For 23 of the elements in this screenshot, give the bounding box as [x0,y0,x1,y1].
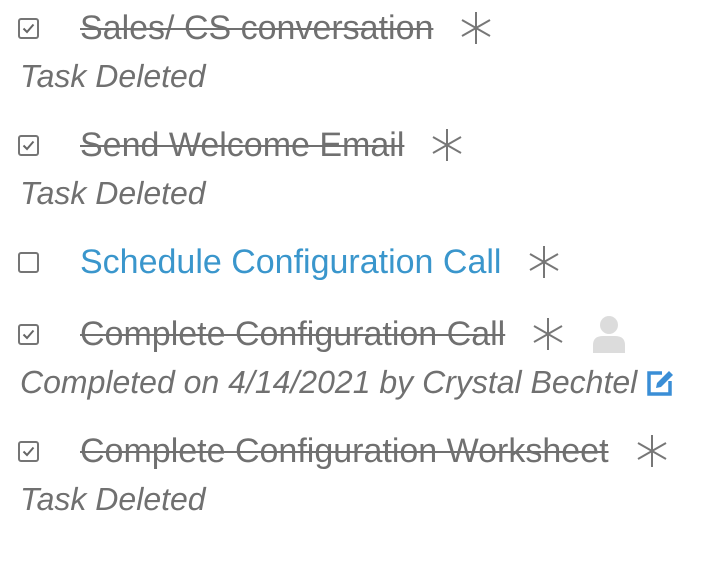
checkbox[interactable] [18,18,39,38]
task-status: Task Deleted [20,481,206,518]
check-icon [22,328,35,340]
asterisk-icon [531,317,566,351]
checkbox[interactable] [18,440,39,462]
asterisk-icon [634,434,669,468]
asterisk-icon [430,128,464,162]
checkbox[interactable] [18,324,39,344]
check-icon [22,140,35,150]
task-status: Completed on 4/14/2021 by Crystal Bechtel [20,364,638,401]
task-title: Complete Configuration Call [80,314,506,354]
asterisk-icon [527,245,562,279]
task-status: Task Deleted [20,175,206,212]
task-title: Sales/ CS conversation [80,8,434,48]
check-icon [22,446,35,456]
check-icon [22,22,35,34]
asterisk-icon [459,11,494,45]
task-title[interactable]: Schedule Configuration Call [80,242,502,282]
checkbox[interactable] [18,252,39,272]
task-status: Task Deleted [20,58,206,95]
checkbox[interactable] [18,134,39,156]
task-title: Send Welcome Email [80,126,404,164]
task-title: Complete Configuration Worksheet [80,432,609,470]
